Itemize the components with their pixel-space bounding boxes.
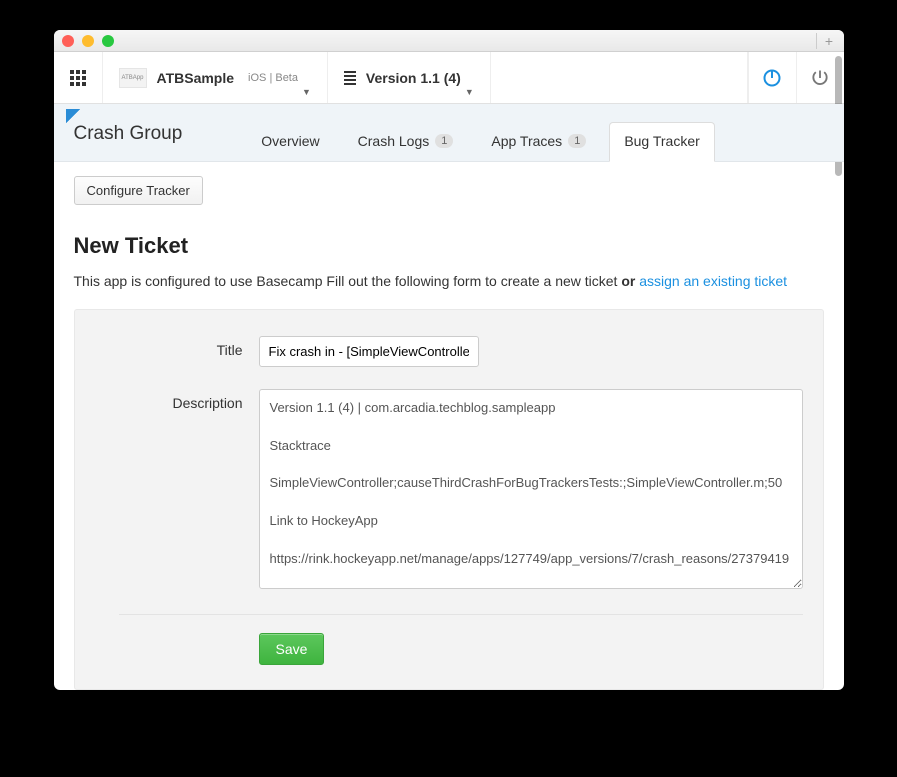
list-icon: [344, 71, 356, 85]
minimize-window-button[interactable]: [82, 35, 94, 47]
group-title-text: Crash Group: [74, 123, 183, 144]
tab-badge: 1: [435, 134, 453, 148]
app-platform-tags: iOS | Beta: [248, 72, 298, 84]
power-icon: [810, 68, 830, 88]
tab-label: Overview: [261, 133, 319, 149]
save-button[interactable]: Save: [259, 633, 325, 665]
maximize-window-button[interactable]: [102, 35, 114, 47]
account-button[interactable]: [748, 52, 796, 103]
description-label: Description: [95, 389, 243, 411]
title-input[interactable]: [259, 336, 479, 367]
top-toolbar: ATBApp ATBSample iOS | Beta ▼ Version 1.…: [54, 52, 844, 104]
tabs: Overview Crash Logs 1 App Traces 1 Bug T…: [246, 122, 715, 161]
configure-tracker-button[interactable]: Configure Tracker: [74, 176, 203, 205]
help-text-prefix: This app is configured to use Basecamp F…: [74, 273, 622, 289]
version-selector[interactable]: Version 1.1 (4) ▼: [328, 52, 491, 103]
chevron-down-icon: ▼: [465, 87, 474, 97]
window-titlebar: +: [54, 30, 844, 52]
tab-bug-tracker[interactable]: Bug Tracker: [609, 122, 714, 162]
page-title: New Ticket: [74, 233, 824, 259]
title-label: Title: [95, 336, 243, 358]
corner-decoration: [66, 109, 80, 123]
description-row: Description: [95, 389, 803, 592]
toolbar-spacer: [491, 52, 748, 103]
tab-label: App Traces: [491, 133, 562, 149]
new-tab-button[interactable]: +: [816, 33, 836, 49]
title-row: Title: [95, 336, 803, 367]
app-window: + ATBApp ATBSample iOS | Beta ▼ Version …: [54, 30, 844, 690]
tab-label: Bug Tracker: [624, 133, 699, 149]
app-selector[interactable]: ATBApp ATBSample iOS | Beta ▼: [103, 52, 328, 103]
page-group-title: Crash Group: [74, 107, 183, 161]
apps-grid-icon: [70, 70, 86, 86]
tab-overview[interactable]: Overview: [246, 122, 334, 161]
tab-label: Crash Logs: [358, 133, 430, 149]
tab-badge: 1: [568, 134, 586, 148]
content-scroll[interactable]: ATBApp ATBSample iOS | Beta ▼ Version 1.…: [54, 52, 844, 690]
close-window-button[interactable]: [62, 35, 74, 47]
chevron-down-icon: ▼: [302, 87, 311, 97]
save-row: Save: [95, 633, 803, 665]
help-text: This app is configured to use Basecamp F…: [74, 273, 824, 289]
tab-crash-logs[interactable]: Crash Logs 1: [343, 122, 469, 161]
subnav: Crash Group Overview Crash Logs 1 App Tr…: [54, 104, 844, 162]
app-name: ATBSample: [157, 70, 235, 86]
apps-menu[interactable]: [54, 52, 103, 103]
ticket-form: Title Description Save: [74, 309, 824, 690]
version-label: Version 1.1 (4): [366, 70, 461, 86]
app-logo: ATBApp: [119, 68, 147, 88]
page-body: Configure Tracker New Ticket This app is…: [54, 162, 844, 690]
help-text-or: or: [621, 273, 635, 289]
power-icon: [762, 68, 782, 88]
assign-existing-ticket-link[interactable]: assign an existing ticket: [639, 273, 787, 289]
window-controls: [62, 35, 114, 47]
description-textarea[interactable]: [259, 389, 803, 589]
tab-app-traces[interactable]: App Traces 1: [476, 122, 601, 161]
form-divider: [119, 614, 803, 615]
